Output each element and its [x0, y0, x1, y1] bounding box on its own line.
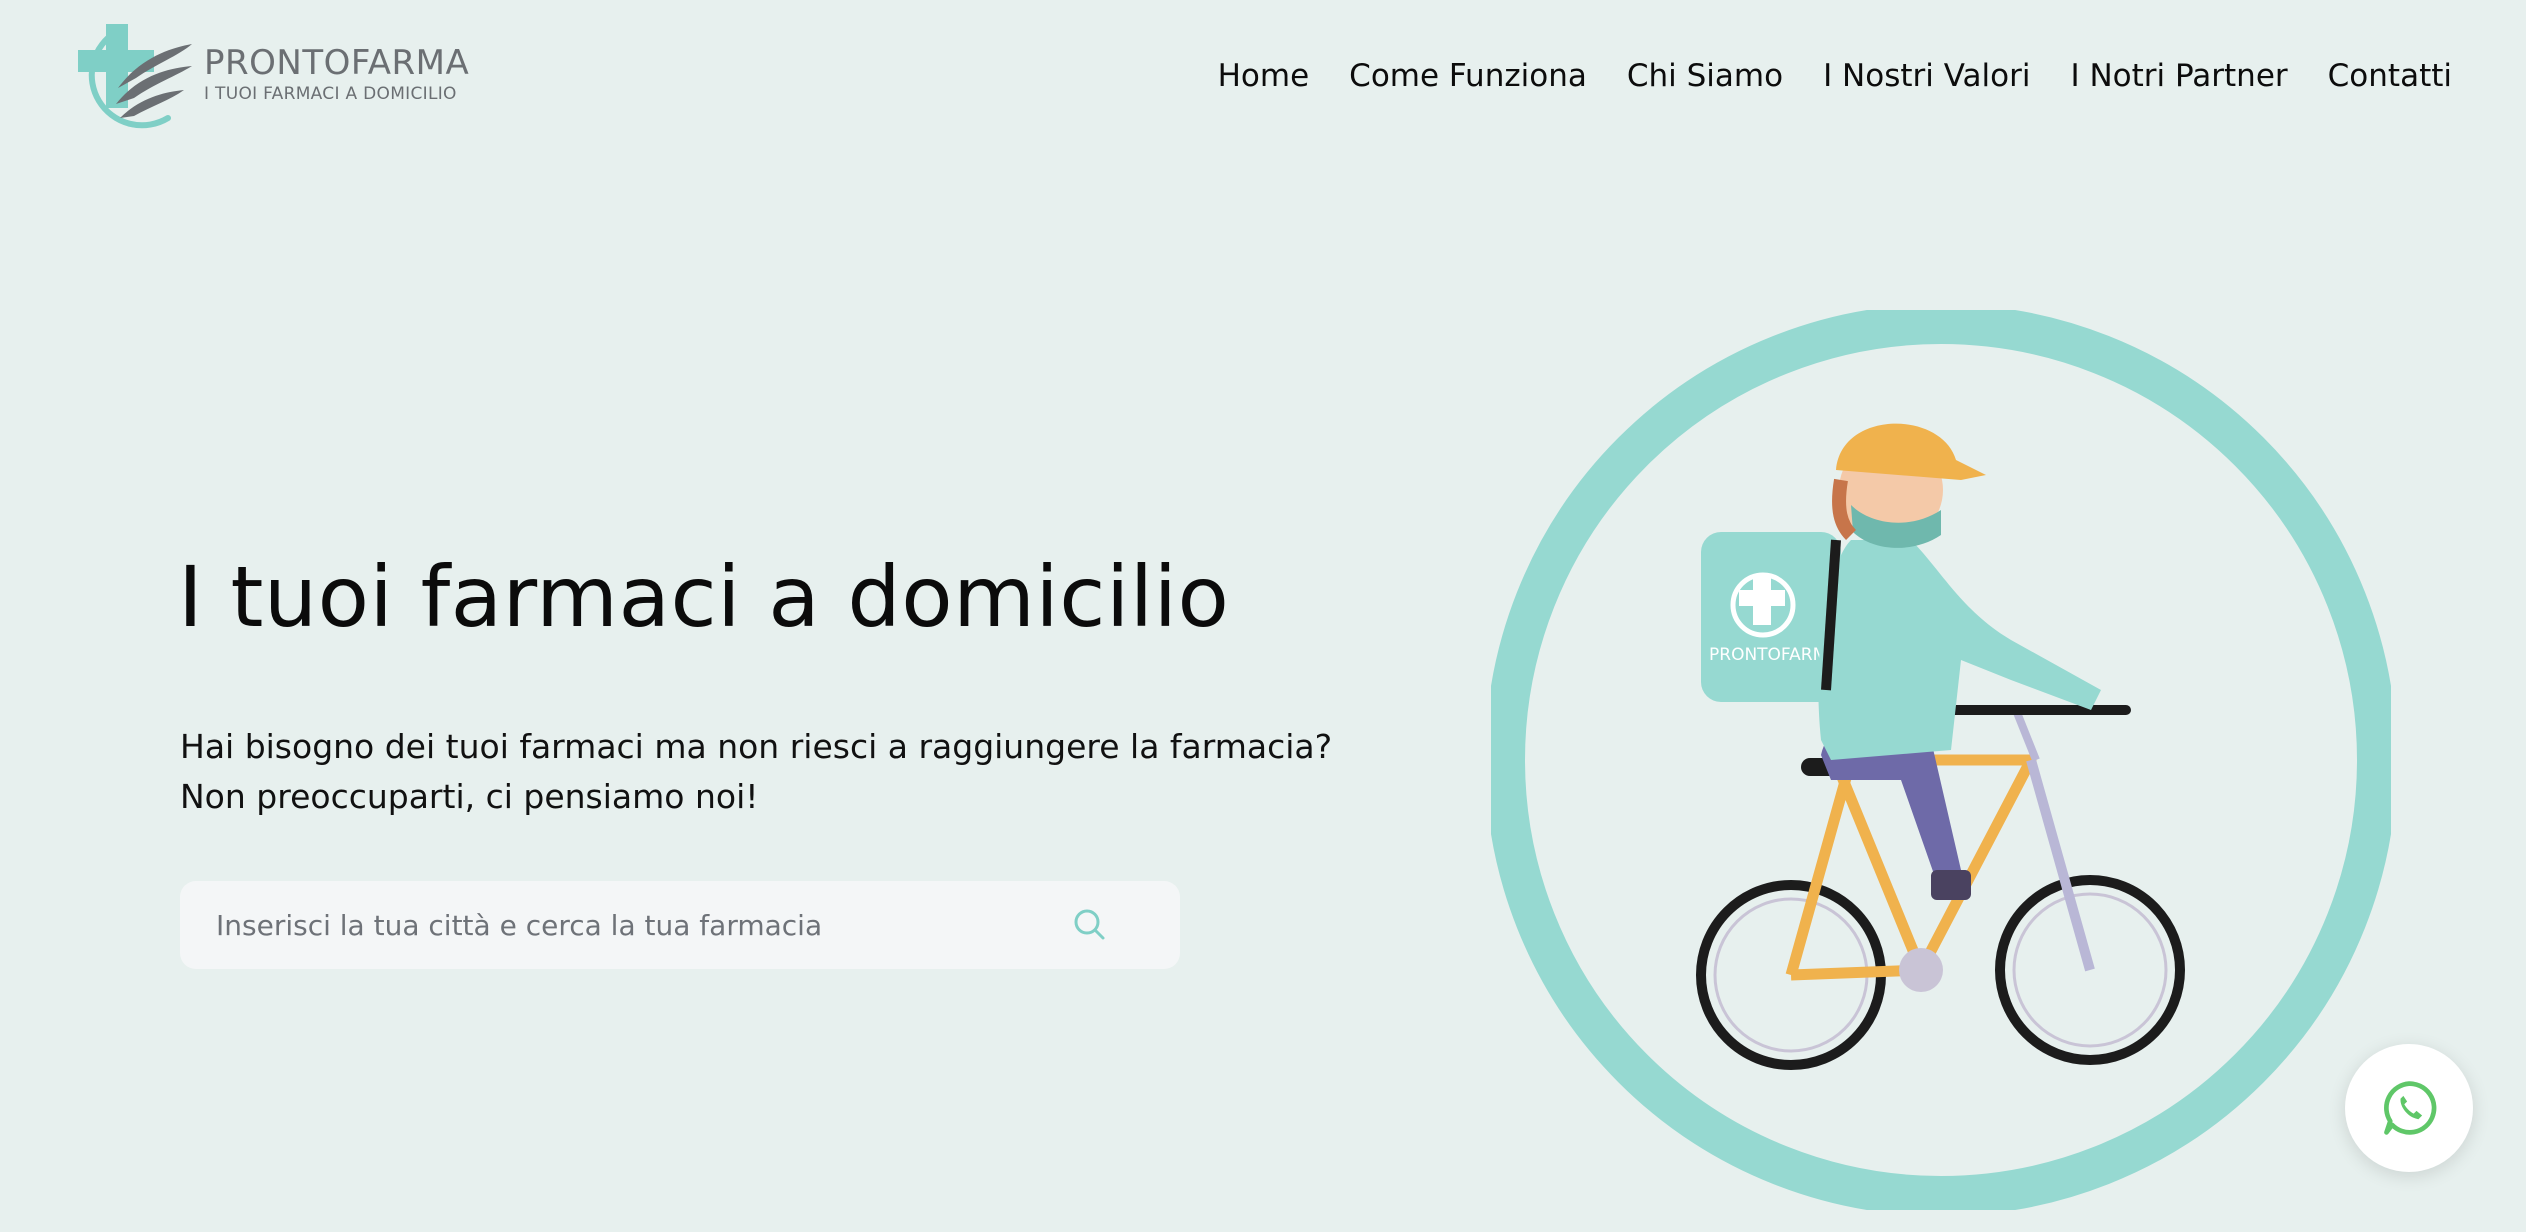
search-button[interactable]: [1070, 905, 1110, 945]
nav-item-valori[interactable]: I Nostri Valori: [1823, 58, 2030, 94]
whatsapp-icon: [2384, 1081, 2437, 1135]
main-nav: Home Come Funziona Chi Siamo I Nostri Va…: [1218, 58, 2452, 94]
delivery-cyclist-illustration: PRONTOFARMA: [1491, 310, 2391, 1210]
brand-logo[interactable]: PRONTOFARMA I TUOI FARMACI A DOMICILIO: [60, 18, 469, 136]
nav-item-come-funziona[interactable]: Come Funziona: [1349, 58, 1587, 94]
search-icon: [1074, 909, 1105, 940]
brand-name: PRONTOFARMA: [204, 43, 470, 83]
logo-icon: [78, 24, 192, 129]
nav-item-home[interactable]: Home: [1218, 58, 1310, 94]
nav-item-partner[interactable]: I Notri Partner: [2070, 58, 2287, 94]
pharmacy-search-bar: [180, 881, 1180, 969]
nav-item-chi-siamo[interactable]: Chi Siamo: [1627, 58, 1783, 94]
hero-subtitle-line-2: Non preoccuparti, ci pensiamo noi!: [180, 777, 759, 816]
nav-item-contatti[interactable]: Contatti: [2328, 58, 2452, 94]
whatsapp-button[interactable]: [2345, 1044, 2473, 1172]
hero-title: I tuoi farmaci a domicilio: [178, 548, 1230, 646]
search-input[interactable]: [214, 907, 1038, 943]
brand-tagline: I TUOI FARMACI A DOMICILIO: [204, 84, 457, 104]
hero-subtitle-line-1: Hai bisogno dei tuoi farmaci ma non ries…: [180, 727, 1333, 766]
hero-subtitle: Hai bisogno dei tuoi farmaci ma non ries…: [180, 722, 1380, 822]
